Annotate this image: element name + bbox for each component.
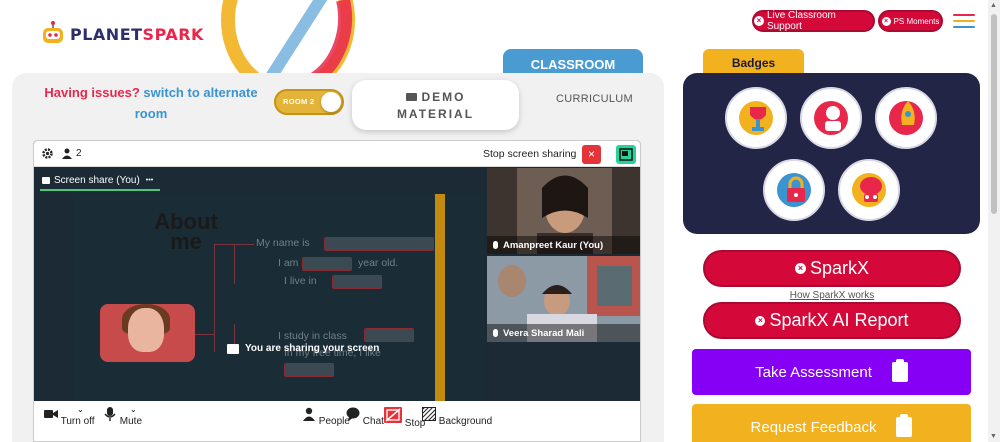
slide-side-bar [435,194,445,401]
live-classroom-support-button[interactable]: × Live Classroom Support [752,10,875,32]
background-button[interactable]: Background [421,406,492,427]
ps-moments-button[interactable]: × PS Moments [878,10,943,32]
camera-icon [44,410,58,418]
close-icon: × [754,16,764,26]
participant-name-bar: Veera Sharad Mali [487,324,640,342]
slide-line: year old. [358,257,399,269]
meeting-toolbar: Turn off ⌄ Mute ⌄ People Chat Stop Backg… [34,401,640,441]
clipboard-icon [891,359,908,382]
document-icon [896,414,913,437]
student-badge-icon[interactable] [800,87,862,149]
meeting-topbar: 2 Stop screen sharing × [34,141,640,167]
people-icon [303,407,315,421]
participant-name-bar: Amanpreet Kaur (You) [487,236,640,254]
scroll-down-icon[interactable]: ▼ [990,433,997,440]
request-feedback-button[interactable]: Request Feedback [692,404,971,442]
slide-line: I am [278,257,299,269]
issues-prefix: Having issues? [44,85,140,100]
close-icon: × [755,315,766,326]
demo-material-button[interactable]: DEMO MATERIAL [352,80,519,130]
folder-icon [405,93,417,101]
sparkx-button[interactable]: × SparkX [703,250,961,287]
chevron-down-icon[interactable]: ⌄ [77,405,84,414]
close-icon: × [881,16,891,26]
toggle-knob [321,92,341,112]
participant-tile[interactable]: Amanpreet Kaur (You) [487,168,640,254]
brand-name: PLANETSPARK [70,24,204,44]
participant-count: 2 [76,148,82,159]
stop-sharing-label: Stop screen sharing [483,148,577,160]
robot-mascot-icon [40,21,66,47]
sharing-notice: You are sharing your screen [227,343,379,354]
picture-in-picture-icon[interactable] [616,145,636,164]
brain-badge-icon[interactable] [838,159,900,221]
mic-icon [493,241,498,249]
switch-room-notice: Having issues? switch to alternate room [40,82,262,124]
microphone-icon [104,407,116,421]
mic-icon [493,329,498,337]
shared-slide: About me My name is I am year old. I liv… [74,194,484,401]
lock-badge-icon[interactable] [763,159,825,221]
slide-line: I live in [284,275,317,287]
stop-sharing-button[interactable]: × [582,145,601,164]
take-assessment-button[interactable]: Take Assessment [692,349,971,395]
stop-share-button[interactable]: Stop [384,407,425,429]
child-photo [100,304,195,362]
how-sparkx-works-link[interactable]: How SparkX works [700,290,964,301]
page-scrollbar[interactable]: ▲ ▼ [988,0,1000,442]
tab-badges[interactable]: Badges [703,49,804,76]
sparkx-ai-report-button[interactable]: × SparkX AI Report [703,302,961,339]
tab-curriculum[interactable]: CURRICULUM [556,93,633,105]
person-icon [62,148,72,159]
scrollbar-thumb[interactable] [991,14,997,214]
chevron-down-icon[interactable]: ⌄ [130,405,137,414]
badges-panel [683,73,980,234]
slide-line: I study in class [278,330,347,342]
hamburger-menu-icon[interactable] [953,10,975,30]
chat-icon [346,407,360,421]
gear-icon[interactable] [41,147,54,160]
video-meeting-window: 2 Stop screen sharing × Screen share (Yo… [33,140,641,442]
tab-underline [40,189,160,191]
room-toggle-label: ROOM 2 [283,97,315,106]
switch-alternate-room-link[interactable]: switch to alternate room [135,85,258,121]
trophy-badge-icon[interactable] [725,87,787,149]
screen-share-tab[interactable]: Screen share (You) ••• [42,175,153,186]
scroll-up-icon[interactable]: ▲ [990,2,997,9]
participant-tile[interactable]: Veera Sharad Mali [487,256,640,342]
stop-share-icon [384,407,402,423]
more-options-icon[interactable]: ••• [146,177,153,184]
background-icon [421,406,437,422]
room-toggle[interactable]: ROOM 2 [274,89,344,115]
share-screen-icon [227,343,239,354]
planetspark-logo[interactable]: PLANETSPARK [40,16,204,52]
camera-toggle-button[interactable]: Turn off [44,407,95,427]
people-button[interactable]: People [302,407,350,427]
screen-share-icon [42,177,50,184]
chat-button[interactable]: Chat [346,407,384,427]
close-icon: × [794,263,806,274]
rocket-badge-icon[interactable] [875,87,937,149]
slide-line: My name is [256,237,310,249]
